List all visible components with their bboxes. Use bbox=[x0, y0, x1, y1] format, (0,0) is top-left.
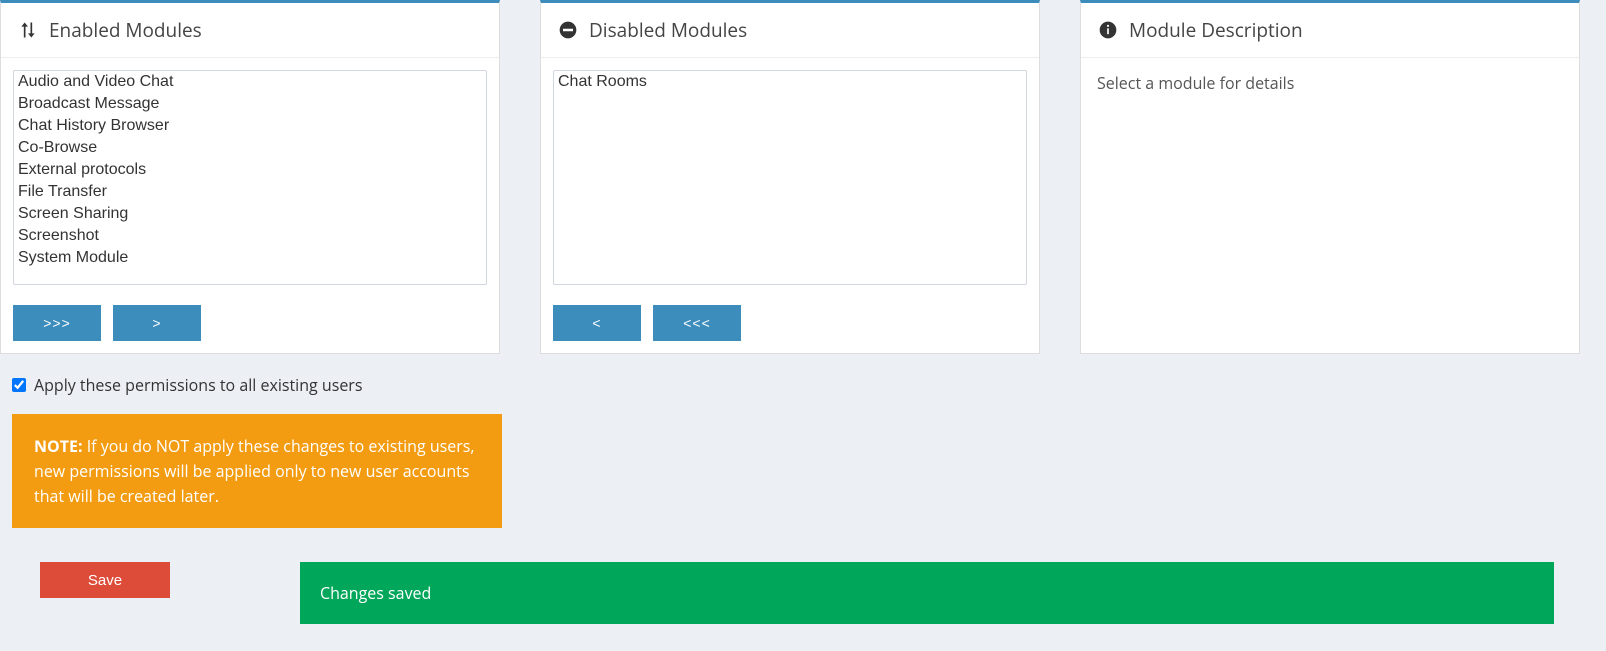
move-all-right-button[interactable]: >>> bbox=[13, 305, 101, 341]
disabled-modules-list[interactable]: Chat Rooms bbox=[553, 70, 1027, 285]
info-circle-icon bbox=[1097, 19, 1119, 41]
apply-permissions-label: Apply these permissions to all existing … bbox=[34, 374, 362, 396]
list-item[interactable]: External protocols bbox=[14, 159, 486, 181]
apply-permissions-checkbox[interactable] bbox=[12, 378, 26, 392]
module-description-panel: Module Description Select a module for d… bbox=[1080, 0, 1580, 354]
enabled-modules-panel: Enabled Modules Audio and Video ChatBroa… bbox=[0, 0, 500, 354]
list-item[interactable]: Screenshot bbox=[14, 225, 486, 247]
disabled-modules-header: Disabled Modules bbox=[541, 3, 1039, 58]
module-description-header: Module Description bbox=[1081, 3, 1579, 58]
enabled-modules-title: Enabled Modules bbox=[49, 17, 202, 43]
enabled-modules-header: Enabled Modules bbox=[1, 3, 499, 58]
minus-circle-icon bbox=[557, 19, 579, 41]
disabled-modules-panel: Disabled Modules Chat Rooms < <<< bbox=[540, 0, 1040, 354]
move-all-left-button[interactable]: <<< bbox=[653, 305, 741, 341]
module-description-placeholder: Select a module for details bbox=[1081, 58, 1579, 112]
module-description-title: Module Description bbox=[1129, 17, 1303, 43]
note-box: NOTE: If you do NOT apply these changes … bbox=[12, 414, 502, 528]
disabled-modules-title: Disabled Modules bbox=[589, 17, 747, 43]
enabled-modules-list[interactable]: Audio and Video ChatBroadcast MessageCha… bbox=[13, 70, 487, 285]
list-item[interactable]: Broadcast Message bbox=[14, 93, 486, 115]
list-item[interactable]: File Transfer bbox=[14, 181, 486, 203]
list-item[interactable]: Chat History Browser bbox=[14, 115, 486, 137]
note-text: If you do NOT apply these changes to exi… bbox=[34, 435, 475, 507]
list-item[interactable]: Screen Sharing bbox=[14, 203, 486, 225]
note-prefix: NOTE: bbox=[34, 435, 83, 457]
list-item[interactable]: Audio and Video Chat bbox=[14, 71, 486, 93]
list-item[interactable]: System Module bbox=[14, 247, 486, 269]
list-item[interactable]: Chat Rooms bbox=[554, 71, 1026, 93]
save-button[interactable]: Save bbox=[40, 562, 170, 598]
success-alert: Changes saved bbox=[300, 562, 1554, 624]
sort-icon bbox=[17, 19, 39, 41]
list-item[interactable]: Co-Browse bbox=[14, 137, 486, 159]
move-left-button[interactable]: < bbox=[553, 305, 641, 341]
apply-permissions-row[interactable]: Apply these permissions to all existing … bbox=[12, 374, 1594, 396]
move-right-button[interactable]: > bbox=[113, 305, 201, 341]
